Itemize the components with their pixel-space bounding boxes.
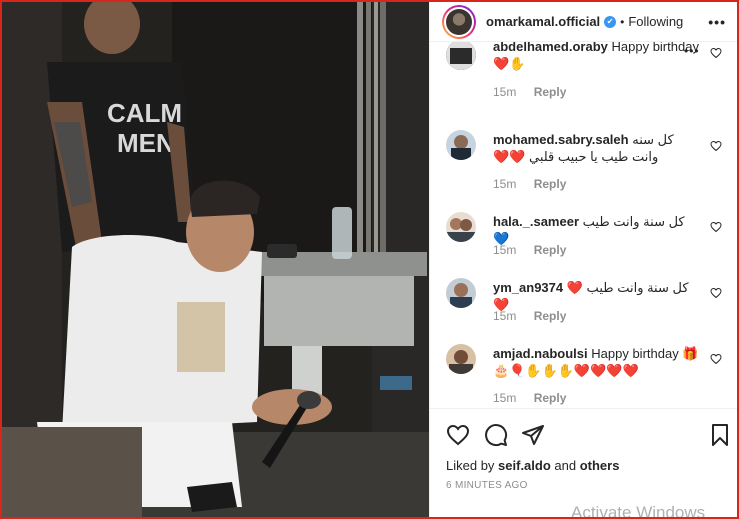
- comment-text-block: hala._.sameer كل سنة وانت طيب 💙: [493, 213, 703, 247]
- comment-like-icon[interactable]: [710, 220, 722, 233]
- liked-others-link[interactable]: others: [580, 458, 620, 473]
- reply-button[interactable]: Reply: [534, 309, 567, 323]
- reply-button[interactable]: Reply: [534, 243, 567, 257]
- comment-more-icon[interactable]: •••: [684, 44, 700, 58]
- commenter-avatar[interactable]: [446, 42, 476, 70]
- post-photo[interactable]: CALM MEN: [2, 2, 429, 517]
- post-header: omarkamal.official ✔ • Following •••: [430, 2, 738, 42]
- comment-text-block: mohamed.sabry.saleh كل سنه وانت طيب يا ح…: [493, 131, 703, 165]
- comment-meta: 15m Reply: [493, 243, 566, 257]
- comment-time: 15m: [493, 391, 517, 405]
- commenter-avatar[interactable]: [446, 278, 476, 308]
- comment-icon[interactable]: [484, 423, 508, 447]
- commenter-avatar-image: [446, 212, 476, 242]
- comment-time: 15m: [493, 243, 517, 257]
- commenter-avatar-image: [446, 130, 476, 160]
- reply-button[interactable]: Reply: [534, 391, 567, 405]
- comment-time: 15m: [493, 177, 517, 191]
- comment-time: 15m: [493, 309, 517, 323]
- activate-windows-watermark: Activate Windows: [571, 503, 706, 519]
- comment-meta: 15m Reply: [493, 391, 566, 405]
- comment-username[interactable]: amjad.naboulsi: [493, 346, 588, 361]
- comment-like-icon[interactable]: [710, 139, 722, 152]
- likes-summary: Liked by seif.aldo and others: [446, 458, 619, 473]
- comment-meta: 15m Reply: [493, 85, 566, 99]
- comment-time: 15m: [493, 85, 517, 99]
- commenter-avatar-image: [446, 278, 476, 308]
- svg-text:MEN: MEN: [117, 128, 175, 158]
- commenter-avatar-image: [446, 42, 476, 70]
- comment-username[interactable]: abdelhamed.oraby: [493, 42, 608, 54]
- bookmark-icon[interactable]: [708, 423, 732, 447]
- commenter-avatar[interactable]: [446, 212, 476, 242]
- comment-meta: 15m Reply: [493, 309, 566, 323]
- comment-text-block: ym_an9374 كل سنة وانت طيب ❤️❤️: [493, 279, 703, 313]
- commenter-avatar[interactable]: [446, 344, 476, 374]
- reply-button[interactable]: Reply: [534, 177, 567, 191]
- liked-and: and: [550, 458, 580, 473]
- verified-icon: ✔: [604, 15, 617, 28]
- commenter-avatar[interactable]: [446, 130, 476, 160]
- separator-dot: •: [620, 14, 625, 29]
- following-button[interactable]: Following: [628, 14, 683, 29]
- comment-text-block: amjad.naboulsi Happy birthday 🎁🎂🎈✋✋✋❤️❤️…: [493, 345, 703, 379]
- post-panel: omarkamal.official ✔ • Following ••• abd…: [429, 2, 738, 517]
- comment-meta: 15m Reply: [493, 177, 566, 191]
- comment-like-icon[interactable]: [710, 46, 722, 59]
- liked-user-link[interactable]: seif.aldo: [498, 458, 551, 473]
- commenter-avatar-image: [446, 344, 476, 374]
- post-timestamp[interactable]: 6 MINUTES AGO: [446, 480, 528, 491]
- photo-scene: CALM MEN: [2, 2, 429, 517]
- comment-username[interactable]: mohamed.sabry.saleh: [493, 132, 629, 147]
- comment-like-icon[interactable]: [710, 352, 722, 365]
- author-avatar[interactable]: [442, 4, 476, 39]
- author-username[interactable]: omarkamal.official: [486, 14, 600, 29]
- like-icon[interactable]: [446, 423, 470, 447]
- comment-username[interactable]: ym_an9374: [493, 280, 563, 295]
- comment-text-block: abdelhamed.oraby Happy birthday❤️✋: [493, 42, 703, 72]
- comment-username[interactable]: hala._.sameer: [493, 214, 579, 229]
- liked-prefix: Liked by: [446, 458, 499, 473]
- more-options-icon[interactable]: •••: [708, 14, 726, 30]
- comment-like-icon[interactable]: [710, 286, 722, 299]
- share-icon[interactable]: [521, 423, 545, 447]
- comment-list[interactable]: abdelhamed.oraby Happy birthday❤️✋ ••• 1…: [430, 42, 738, 408]
- reply-button[interactable]: Reply: [534, 85, 567, 99]
